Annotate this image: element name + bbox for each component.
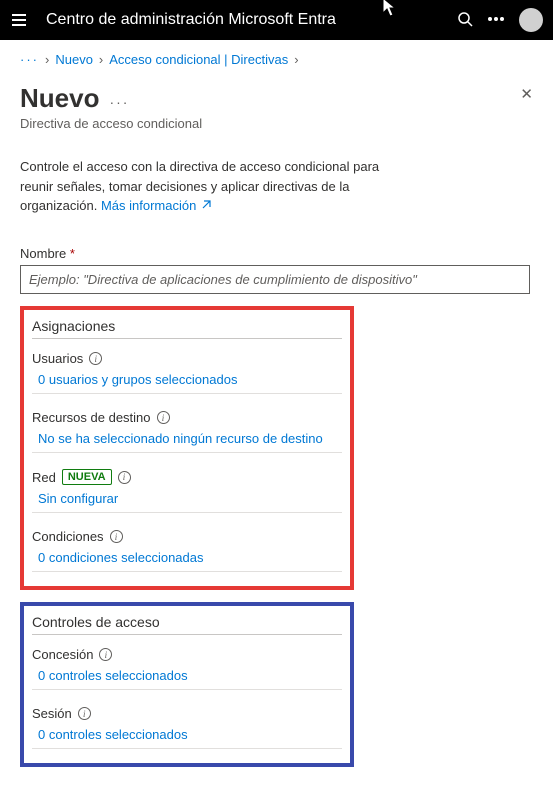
network-label: Red bbox=[32, 470, 56, 485]
breadcrumb: ··· › Nuevo › Acceso condicional | Direc… bbox=[0, 40, 553, 79]
page-description: Controle el acceso con la directiva de a… bbox=[20, 157, 380, 216]
search-icon[interactable] bbox=[457, 11, 473, 30]
external-link-icon bbox=[200, 197, 212, 217]
hamburger-menu-icon[interactable] bbox=[10, 10, 28, 30]
grant-label: Concesión bbox=[32, 647, 93, 662]
conditions-item: Condiciones i 0 condiciones seleccionada… bbox=[32, 529, 342, 572]
info-icon[interactable]: i bbox=[89, 352, 102, 365]
assignments-title: Asignaciones bbox=[32, 318, 342, 339]
name-input[interactable] bbox=[20, 265, 530, 294]
info-icon[interactable]: i bbox=[99, 648, 112, 661]
network-item: Red NUEVA i Sin configurar bbox=[32, 469, 342, 513]
info-icon[interactable]: i bbox=[78, 707, 91, 720]
page-header: Nuevo ··· Directiva de acceso condiciona… bbox=[0, 79, 553, 137]
users-value-link[interactable]: 0 usuarios y grupos seleccionados bbox=[32, 372, 342, 387]
resources-value-link[interactable]: No se ha seleccionado ningún recurso de … bbox=[32, 431, 342, 446]
users-label: Usuarios bbox=[32, 351, 83, 366]
session-label: Sesión bbox=[32, 706, 72, 721]
new-badge: NUEVA bbox=[62, 469, 112, 485]
cursor-pointer-icon bbox=[382, 0, 398, 20]
users-item: Usuarios i 0 usuarios y grupos seleccion… bbox=[32, 351, 342, 394]
resources-item: Recursos de destino i No se ha seleccion… bbox=[32, 410, 342, 453]
chevron-right-icon: › bbox=[45, 52, 49, 67]
resources-label: Recursos de destino bbox=[32, 410, 151, 425]
user-avatar[interactable] bbox=[519, 8, 543, 32]
session-item: Sesión i 0 controles seleccionados bbox=[32, 706, 342, 749]
network-value-link[interactable]: Sin configurar bbox=[32, 491, 342, 506]
grant-item: Concesión i 0 controles seleccionados bbox=[32, 647, 342, 690]
learn-more-link[interactable]: Más información bbox=[101, 198, 212, 213]
breadcrumb-overflow[interactable]: ··· bbox=[20, 52, 39, 67]
grant-value-link[interactable]: 0 controles seleccionados bbox=[32, 668, 342, 683]
info-icon[interactable]: i bbox=[110, 530, 123, 543]
more-icon[interactable] bbox=[487, 11, 505, 30]
conditions-label: Condiciones bbox=[32, 529, 104, 544]
page-subtitle: Directiva de acceso condicional bbox=[20, 116, 533, 131]
info-icon[interactable]: i bbox=[157, 411, 170, 424]
info-icon[interactable]: i bbox=[118, 471, 131, 484]
breadcrumb-link-policies[interactable]: Acceso condicional | Directivas bbox=[109, 52, 288, 67]
breadcrumb-link-nuevo[interactable]: Nuevo bbox=[55, 52, 93, 67]
chevron-right-icon: › bbox=[99, 52, 103, 67]
page-title: Nuevo bbox=[20, 83, 99, 114]
access-controls-title: Controles de acceso bbox=[32, 614, 342, 635]
chevron-right-icon: › bbox=[294, 52, 298, 67]
assignments-section: Asignaciones Usuarios i 0 usuarios y gru… bbox=[20, 306, 354, 590]
name-field-block: Nombre * bbox=[20, 246, 530, 294]
close-icon[interactable]: ✕ bbox=[520, 85, 533, 103]
name-label: Nombre * bbox=[20, 246, 530, 261]
page-more-icon[interactable]: ··· bbox=[109, 94, 129, 110]
access-controls-section: Controles de acceso Concesión i 0 contro… bbox=[20, 602, 354, 767]
session-value-link[interactable]: 0 controles seleccionados bbox=[32, 727, 342, 742]
conditions-value-link[interactable]: 0 condiciones seleccionadas bbox=[32, 550, 342, 565]
top-bar: Centro de administración Microsoft Entra bbox=[0, 0, 553, 40]
